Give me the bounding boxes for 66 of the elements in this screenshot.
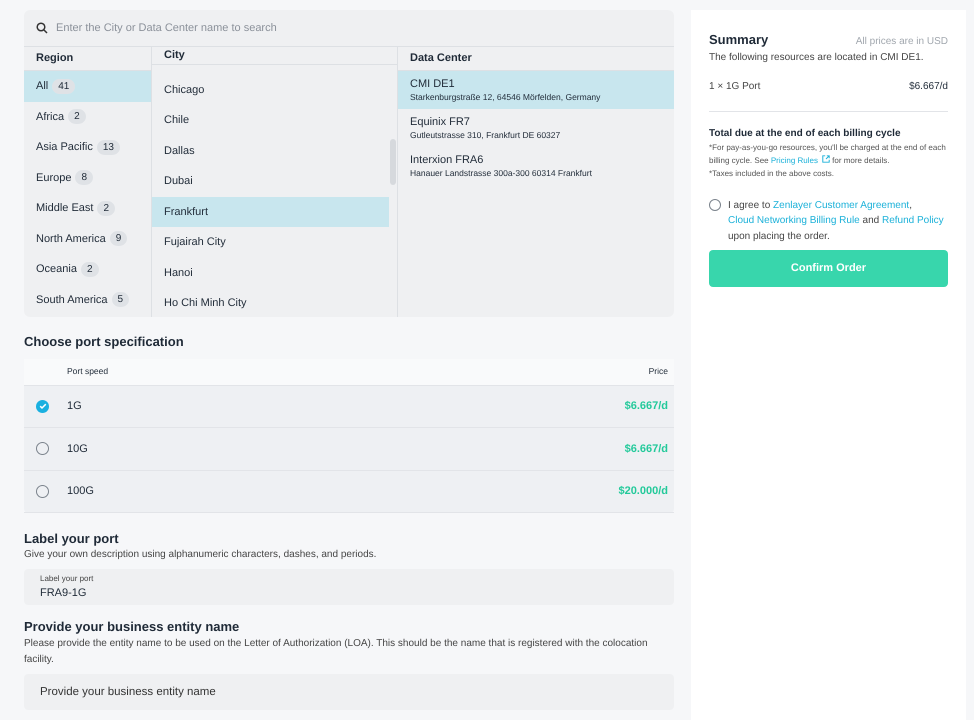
port-row[interactable]: 1G $6.667/d bbox=[24, 386, 674, 428]
port-speed: 1G bbox=[67, 399, 83, 414]
region-item[interactable]: Africa 2 bbox=[24, 102, 151, 132]
external-link-icon bbox=[822, 155, 830, 164]
section-title: Label your port bbox=[24, 531, 120, 548]
billing-note: *For pay-as-you-go resources, you'll be charged at the end of each billing cycle. See Pricing Rules for more details. bbox=[709, 142, 947, 166]
city-item[interactable]: Fujairah City bbox=[152, 227, 389, 258]
city-item[interactable]: Frankfurt bbox=[152, 196, 389, 227]
data-center-item[interactable]: Equinix FR7 Gutleutstrasse 310, Frankfurt DE 60327 bbox=[398, 109, 674, 147]
count-badge: 9 bbox=[110, 231, 128, 246]
scrollbar[interactable] bbox=[390, 139, 396, 185]
price: $6.667/d bbox=[624, 442, 668, 456]
currency-note: All prices are in USD bbox=[856, 35, 948, 49]
radio-button[interactable] bbox=[36, 484, 49, 498]
region-item[interactable]: Asia Pacific 13 bbox=[24, 132, 151, 162]
count-badge: 5 bbox=[112, 292, 130, 308]
port-speed: 100G bbox=[67, 484, 95, 499]
total-title: Total due at the end of each billing cycle bbox=[709, 126, 902, 140]
count-badge: 2 bbox=[68, 109, 86, 124]
city-item[interactable]: Hanoi bbox=[152, 258, 389, 288]
count-badge: 2 bbox=[80, 262, 99, 277]
item-name: 1 × 1G Port bbox=[709, 80, 760, 94]
section-title: Provide your business entity name bbox=[24, 619, 240, 636]
region-item[interactable]: Middle East 2 bbox=[24, 193, 151, 224]
data-center-item[interactable]: Interxion FRA6 Hanauer Landstrasse 300a-300 60314 Frankfurt bbox=[398, 147, 674, 185]
city-item[interactable]: Chicago bbox=[152, 74, 389, 105]
agree-checkbox[interactable] bbox=[709, 198, 721, 210]
radio-button[interactable] bbox=[36, 442, 49, 456]
item-price: $6.667/d bbox=[909, 80, 948, 94]
region-item[interactable]: Oceania 2 bbox=[24, 254, 151, 284]
region-item[interactable]: All 41 bbox=[24, 71, 151, 102]
summary-title: Summary bbox=[709, 31, 768, 49]
count-badge: 2 bbox=[97, 200, 116, 216]
business-entity-field[interactable]: Provide your business entity name bbox=[24, 674, 674, 710]
data-center-item[interactable]: CMI DE1 Starkenburgstraße 12, 64546 Mörfelden, Germany bbox=[398, 71, 674, 109]
port-label-field[interactable]: Label your port FRA9-1G bbox=[24, 569, 674, 606]
port-speed: 10G bbox=[67, 442, 89, 456]
count-badge: 41 bbox=[52, 78, 76, 94]
radio-button[interactable] bbox=[36, 400, 49, 413]
summary-subtitle: The following resources are located in CMI DE1. bbox=[709, 50, 925, 64]
section-description: Give your own description using alphanumeric characters, dashes, and periods. bbox=[24, 548, 378, 562]
city-item[interactable]: Dallas bbox=[152, 136, 389, 166]
region-item[interactable]: North America 9 bbox=[24, 224, 151, 254]
section-title: Choose port specification bbox=[24, 333, 185, 351]
city-item[interactable]: Chile bbox=[152, 105, 389, 136]
search-icon bbox=[36, 22, 48, 34]
port-row[interactable]: 10G $6.667/d bbox=[24, 428, 674, 470]
price: $20.000/d bbox=[618, 484, 668, 499]
column-header: Port speed bbox=[67, 365, 110, 378]
city-item[interactable]: Ho Chi Minh City bbox=[152, 288, 389, 317]
tax-note: *Taxes included in the above costs. bbox=[709, 168, 835, 180]
column-header: City bbox=[152, 47, 397, 64]
port-row[interactable]: 100G $20.000/d bbox=[24, 470, 674, 513]
region-item[interactable]: Europe 8 bbox=[24, 162, 151, 193]
count-badge: 8 bbox=[75, 170, 94, 186]
region-item[interactable]: South America 5 bbox=[24, 284, 151, 315]
agreement-text: I agree to Zenlayer Customer Agreement, Cloud Networking Billing Rule and Refund Policy upon placing the order. bbox=[728, 198, 945, 244]
price: $6.667/d bbox=[624, 399, 668, 414]
field-label: Label your port bbox=[40, 573, 94, 585]
count-badge: 13 bbox=[96, 140, 120, 155]
column-header: Price bbox=[648, 365, 668, 378]
city-item[interactable]: Dubai bbox=[152, 166, 389, 196]
section-description: Please provide the entity name to be used on the Letter of Authorization (LOA). This should be the name that is registered with the colocation facility. bbox=[24, 636, 649, 666]
check-icon bbox=[38, 402, 46, 410]
search-field[interactable]: Enter the City or Data Center name to search bbox=[56, 20, 662, 36]
port-label-input[interactable]: FRA9-1G bbox=[40, 585, 658, 602]
